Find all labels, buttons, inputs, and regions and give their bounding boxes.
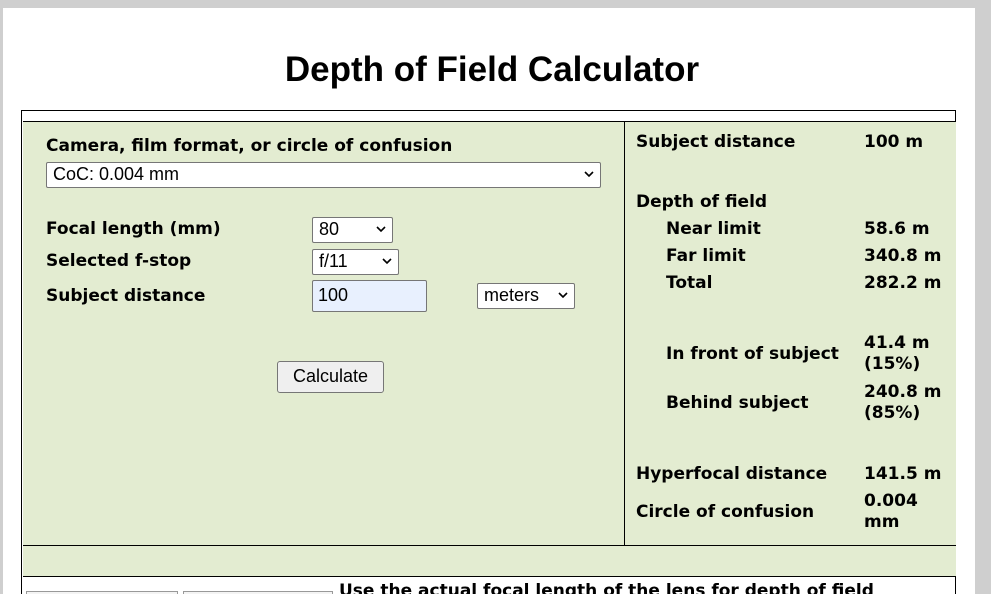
result-coc-value-line2: mm bbox=[864, 512, 900, 532]
behind-value: 240.8 m (85%) bbox=[864, 382, 941, 424]
distance-unit-value: meters bbox=[484, 285, 540, 305]
chevron-down-icon bbox=[382, 258, 392, 265]
coc-select[interactable]: CoC: 0.004 mm bbox=[46, 162, 601, 188]
total-value: 282.2 m bbox=[864, 273, 942, 293]
fstop-label: Selected f-stop bbox=[46, 251, 192, 271]
calculate-button[interactable]: Calculate bbox=[277, 361, 384, 393]
page-title: Depth of Field Calculator bbox=[284, 50, 700, 89]
chevron-down-icon bbox=[376, 226, 386, 233]
coc-select-value: CoC: 0.004 mm bbox=[53, 164, 180, 184]
focal-length-label: Focal length (mm) bbox=[46, 219, 221, 239]
results-panel: Subject distance 100 m Depth of field Ne… bbox=[624, 121, 956, 545]
hyperfocal-value: 141.5 m bbox=[864, 464, 942, 484]
lower-note: Use the actual focal length of the lens … bbox=[339, 581, 874, 594]
calculator-frame: Camera, film format, or circle of confus… bbox=[21, 110, 956, 594]
focal-length-select[interactable]: 80 bbox=[312, 217, 393, 243]
chevron-down-icon bbox=[558, 292, 568, 299]
subject-distance-input[interactable]: 100 bbox=[312, 280, 427, 312]
input-panel: Camera, film format, or circle of confus… bbox=[23, 121, 624, 545]
total-label: Total bbox=[666, 273, 713, 293]
chevron-down-icon bbox=[584, 171, 594, 178]
in-front-value-line1: 41.4 m bbox=[864, 333, 930, 353]
footer-band bbox=[23, 545, 956, 577]
behind-label: Behind subject bbox=[666, 393, 809, 413]
near-limit-value: 58.6 m bbox=[864, 219, 930, 239]
fstop-select[interactable]: f/11 bbox=[312, 249, 399, 275]
fstop-value: f/11 bbox=[319, 251, 348, 271]
far-limit-label: Far limit bbox=[666, 246, 746, 266]
distance-unit-select[interactable]: meters bbox=[477, 283, 575, 309]
behind-value-line1: 240.8 m bbox=[864, 382, 942, 402]
coc-select-label: Camera, film format, or circle of confus… bbox=[46, 136, 453, 156]
subject-distance-label: Subject distance bbox=[46, 286, 206, 306]
in-front-label: In front of subject bbox=[666, 344, 839, 364]
behind-value-line2: (85%) bbox=[864, 403, 921, 423]
near-limit-label: Near limit bbox=[666, 219, 761, 239]
hyperfocal-label: Hyperfocal distance bbox=[636, 464, 828, 484]
focal-length-value: 80 bbox=[319, 219, 340, 239]
result-coc-label: Circle of confusion bbox=[636, 502, 815, 522]
far-limit-value: 340.8 m bbox=[864, 246, 942, 266]
result-subject-distance-label: Subject distance bbox=[636, 132, 796, 152]
lower-row: Use the actual focal length of the lens … bbox=[23, 577, 956, 594]
in-front-value-line2: (15%) bbox=[864, 354, 921, 374]
dof-heading: Depth of field bbox=[636, 192, 768, 212]
page: Depth of Field Calculator Camera, film f… bbox=[3, 8, 975, 594]
in-front-value: 41.4 m (15%) bbox=[864, 333, 930, 375]
result-coc-value: 0.004 mm bbox=[864, 491, 918, 533]
result-coc-value-line1: 0.004 bbox=[864, 491, 918, 511]
result-subject-distance-value: 100 m bbox=[864, 132, 924, 152]
